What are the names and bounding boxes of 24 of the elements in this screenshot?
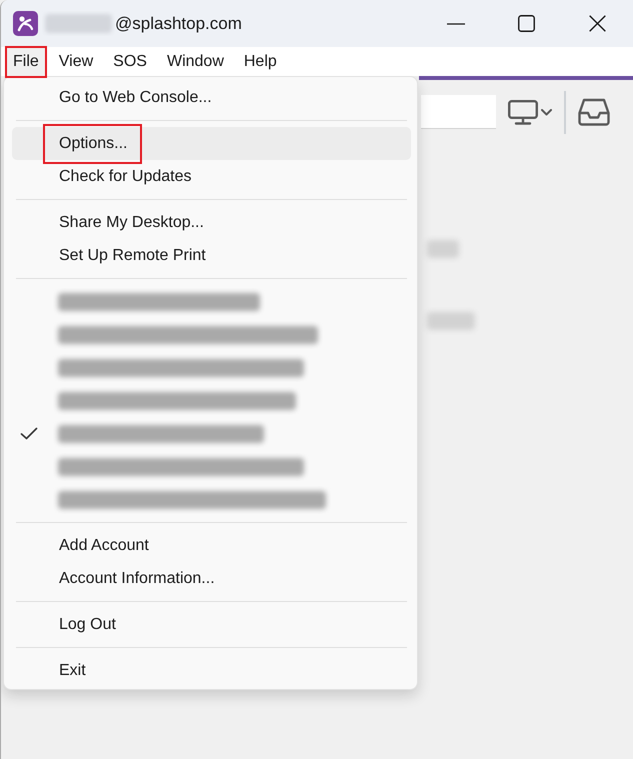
- menu-item[interactable]: Go to Web Console...: [12, 81, 411, 114]
- menu-bar-item[interactable]: SOS: [105, 47, 155, 76]
- app-logo-icon: [13, 11, 38, 36]
- menu-bar-item[interactable]: Window: [158, 47, 232, 76]
- menu-item[interactable]: Add Account: [12, 529, 411, 562]
- menu-bar-item[interactable]: Help: [236, 47, 285, 76]
- menu-bar-item[interactable]: File: [5, 47, 47, 76]
- display-menu-button[interactable]: [508, 97, 552, 127]
- window-title: @splashtop.com: [115, 14, 242, 34]
- menu-item[interactable]: Check for Updates: [12, 160, 411, 193]
- menu-bar-item[interactable]: View: [50, 47, 102, 76]
- maximize-icon: [518, 15, 535, 32]
- menu-item[interactable]: Account Information...: [12, 562, 411, 595]
- chevron-down-icon: [541, 108, 552, 116]
- inbox-tray-icon: [578, 98, 610, 126]
- monitor-icon: [508, 100, 538, 124]
- search-field[interactable]: [421, 95, 496, 129]
- menu-item[interactable]: Log Out: [12, 608, 411, 641]
- close-icon: [589, 15, 606, 32]
- inbox-button[interactable]: [578, 98, 610, 126]
- menu-item[interactable]: Share My Desktop...: [12, 206, 411, 239]
- menu-item[interactable]: Exit: [12, 654, 411, 687]
- minimize-icon: [446, 22, 464, 24]
- menu-item[interactable]: Set Up Remote Print: [12, 239, 411, 272]
